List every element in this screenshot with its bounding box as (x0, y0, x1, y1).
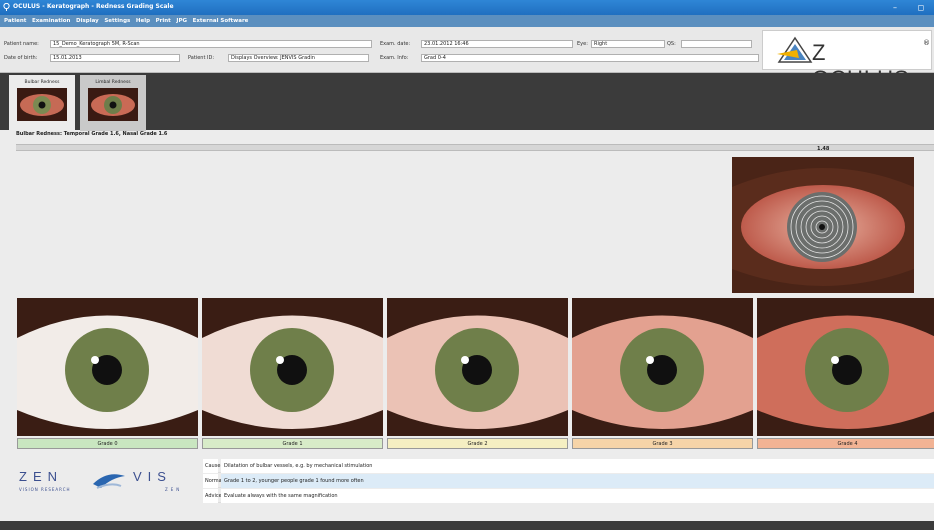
exam-date-label: Exam. date: (380, 41, 411, 47)
menu-display[interactable]: Display (76, 18, 99, 24)
tab-bulbar-label: Bulbar Redness (24, 80, 60, 85)
examined-eye-photo (732, 157, 914, 293)
grading-info-table: Cause Dilatation of bulbar vessels, e.g.… (203, 459, 934, 506)
zenvis-right-word: VIS (133, 469, 172, 484)
dob-label: Date of birth: (4, 55, 38, 61)
eye-label: Eye: (577, 41, 588, 47)
qs-value[interactable] (681, 40, 752, 48)
eye-value[interactable]: Right (591, 40, 665, 48)
menu-bar: Patient Examination Display Settings Hel… (0, 15, 934, 27)
exam-date-value[interactable]: 23.01.2012 16:46 (421, 40, 573, 48)
redness-progress-bar (16, 144, 934, 151)
window-title: OCULUS - Keratograph - Redness Grading S… (13, 3, 174, 10)
registered-mark: ® (923, 39, 930, 47)
info-key-advice: Advice (203, 489, 222, 503)
redness-progress-value: 1.48 (817, 146, 830, 152)
limbal-eye-thumbnail (88, 88, 138, 121)
patient-name-value[interactable]: 15_Demo_Keratograph 5M, R-Scan (50, 40, 372, 48)
patient-id-label: Patient ID: (188, 55, 215, 61)
tab-bulbar-redness[interactable]: Bulbar Redness (9, 75, 75, 131)
menu-external-software[interactable]: External Software (193, 18, 249, 24)
oculus-app-icon (3, 3, 10, 11)
status-bar (0, 521, 934, 530)
menu-settings[interactable]: Settings (104, 18, 130, 24)
maximize-button[interactable]: ◻ (908, 0, 934, 15)
menu-examination[interactable]: Examination (32, 18, 70, 24)
zenvis-logo: ZEN VIS VISION RESEARCH ZEN (15, 466, 200, 496)
grade-4-button[interactable]: Grade 4 (757, 438, 934, 449)
info-value-normal: Grade 1 to 2, younger people grade 1 fou… (221, 474, 934, 488)
info-row-normal: Normal Grade 1 to 2, younger people grad… (203, 474, 934, 488)
patient-id-value[interactable]: Displays Overview: JENVIS Gradin (228, 54, 369, 62)
grade-1-button[interactable]: Grade 1 (202, 438, 383, 449)
info-key-normal: Normal (203, 474, 223, 488)
exam-info-label: Exam. Info: (380, 55, 409, 61)
zenvis-left-word: ZEN (19, 469, 63, 484)
zenvis-left-sub: VISION RESEARCH (19, 487, 71, 492)
zenvis-swoosh-icon (93, 474, 125, 489)
dob-value[interactable]: 15.01.2013 (50, 54, 180, 62)
info-row-advice: Advice Evaluate always with the same mag… (203, 489, 934, 503)
patient-name-label: Patient name: (4, 41, 39, 47)
menu-patient[interactable]: Patient (4, 18, 26, 24)
minimize-button[interactable]: – (882, 0, 908, 15)
grade-3-reference-photo[interactable] (572, 298, 753, 436)
view-tab-strip: Bulbar Redness Limbal Redness (0, 73, 934, 131)
redness-result-text: Bulbar Redness: Temporal Grade 1.6, Nasa… (16, 131, 168, 137)
bulbar-eye-thumbnail (17, 88, 67, 121)
info-value-advice: Evaluate always with the same magnificat… (221, 489, 934, 503)
menu-jpg[interactable]: JPG (176, 18, 187, 24)
tab-limbal-label: Limbal Redness (95, 80, 131, 85)
info-key-cause: Cause (203, 459, 220, 473)
tab-limbal-redness[interactable]: Limbal Redness (80, 75, 146, 131)
zenvis-right-sub: ZEN (165, 487, 183, 492)
grade-1-reference-photo[interactable] (202, 298, 383, 436)
exam-info-value[interactable]: Grad 0-4 (421, 54, 759, 62)
grade-0-reference-photo[interactable] (17, 298, 198, 436)
title-bar: OCULUS - Keratograph - Redness Grading S… (0, 0, 934, 15)
menu-print[interactable]: Print (156, 18, 171, 24)
grade-3-button[interactable]: Grade 3 (572, 438, 753, 449)
info-row-cause: Cause Dilatation of bulbar vessels, e.g.… (203, 459, 934, 473)
grade-2-reference-photo[interactable] (387, 298, 568, 436)
oculus-logo: Z OCULUS ® (762, 30, 932, 91)
qs-label: QS: (667, 41, 676, 47)
grade-2-button[interactable]: Grade 2 (387, 438, 568, 449)
grade-4-reference-photo[interactable] (757, 298, 934, 436)
menu-help[interactable]: Help (136, 18, 150, 24)
grade-0-button[interactable]: Grade 0 (17, 438, 198, 449)
info-value-cause: Dilatation of bulbar vessels, e.g. by me… (221, 459, 934, 473)
oculus-pyramid-icon (777, 36, 813, 63)
